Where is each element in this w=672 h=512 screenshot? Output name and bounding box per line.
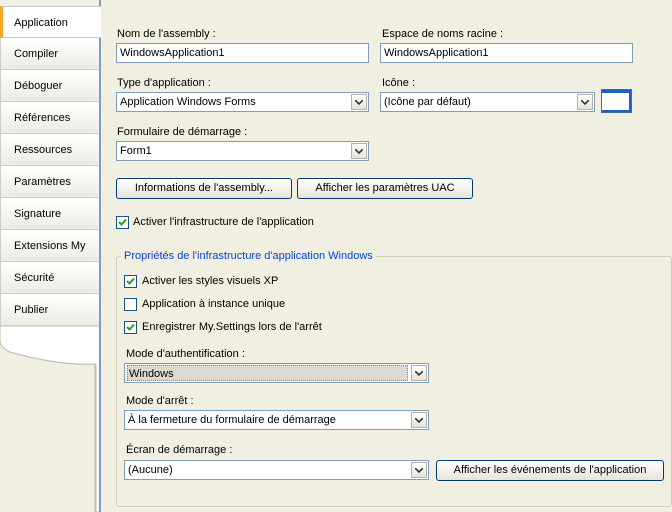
tab-signing[interactable]: Signature [0,198,99,230]
icon-value: (Icône par défaut) [384,96,471,108]
chevron-down-icon[interactable] [411,462,427,478]
auth-mode-label: Mode d'authentification : [126,348,245,360]
chevron-down-icon[interactable] [351,143,367,159]
tab-application[interactable]: Application [0,6,101,38]
save-settings-label: Enregistrer My.Settings lors de l'arrêt [142,321,322,333]
tab-strip-footer [0,326,101,512]
assembly-info-button[interactable]: Informations de l'assembly... [116,178,292,199]
auth-mode-value: Windows [127,365,408,381]
startup-form-select[interactable]: Form1 [116,141,369,161]
tab-debug[interactable]: Déboguer [0,70,99,102]
tab-list: Application Compiler Déboguer Références… [0,6,101,326]
chevron-down-icon[interactable] [411,412,427,428]
enable-framework-checkbox[interactable] [116,216,129,229]
xp-styles-checkbox[interactable] [124,275,137,288]
save-settings-checkbox[interactable] [124,321,137,334]
tab-references[interactable]: Références [0,102,99,134]
tab-publish[interactable]: Publier [0,294,99,326]
application-page: Nom de l'assembly : WindowsApplication1 … [101,0,672,512]
assembly-name-label: Nom de l'assembly : [117,28,216,40]
tab-resources[interactable]: Ressources [0,134,99,166]
shutdown-mode-label: Mode d'arrêt : [126,395,194,407]
splash-screen-select[interactable]: (Aucune) [124,460,429,480]
framework-group-title: Propriétés de l'infrastructure d'applica… [121,250,376,262]
tab-my-extensions[interactable]: Extensions My [0,230,99,262]
auth-mode-select[interactable]: Windows [124,363,429,383]
icon-label: Icône : [382,77,416,89]
startup-form-label: Formulaire de démarrage : [117,126,248,138]
chevron-down-icon[interactable] [411,365,427,381]
uac-settings-button[interactable]: Afficher les paramètres UAC [297,178,473,199]
single-instance-checkbox[interactable] [124,298,137,311]
root-namespace-label: Espace de noms racine : [382,28,504,40]
app-icon-preview [601,89,632,113]
single-instance-label: Application à instance unique [142,298,286,310]
view-app-events-button[interactable]: Afficher les événements de l'application [436,460,664,481]
app-type-select[interactable]: Application Windows Forms [116,92,369,112]
tab-strip: Application Compiler Déboguer Références… [0,0,101,512]
assembly-name-input[interactable]: WindowsApplication1 [116,43,369,63]
tab-compiler[interactable]: Compiler [0,38,99,70]
splash-screen-label: Écran de démarrage : [126,444,233,456]
enable-framework-label: Activer l'infrastructure de l'applicatio… [133,216,314,228]
chevron-down-icon[interactable] [351,94,367,110]
app-type-value: Application Windows Forms [120,96,256,108]
xp-styles-label: Activer les styles visuels XP [142,275,279,287]
tab-security[interactable]: Sécurité [0,262,99,294]
shutdown-mode-value: À la fermeture du formulaire de démarrag… [128,414,336,426]
startup-form-value: Form1 [120,145,152,157]
tab-settings[interactable]: Paramètres [0,166,99,198]
root-namespace-input[interactable]: WindowsApplication1 [380,43,633,63]
splash-screen-value: (Aucune) [128,464,173,476]
app-type-label: Type d'application : [117,77,211,89]
shutdown-mode-select[interactable]: À la fermeture du formulaire de démarrag… [124,410,429,430]
chevron-down-icon[interactable] [577,94,593,110]
icon-select[interactable]: (Icône par défaut) [380,92,595,112]
